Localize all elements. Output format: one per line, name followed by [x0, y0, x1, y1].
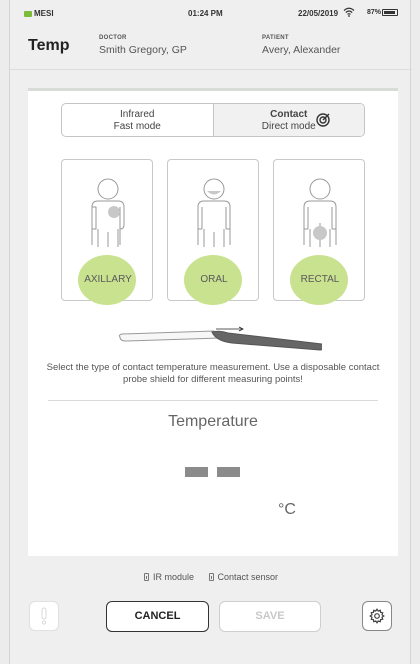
- patient-name: Avery, Alexander: [262, 44, 341, 56]
- measurement-card: Infrared Fast mode Contact Direct mode A…: [28, 88, 398, 556]
- ir-module-status: IR module: [143, 572, 194, 582]
- contact-sensor-status: Contact sensor: [208, 572, 279, 582]
- target-icon: [316, 113, 330, 127]
- alert-button[interactable]: [29, 601, 59, 631]
- battery-icon: [382, 9, 398, 16]
- mode-infrared[interactable]: Infrared Fast mode: [62, 104, 213, 136]
- mode-toggle: Infrared Fast mode Contact Direct mode: [61, 103, 365, 137]
- body-axillary-icon: [91, 178, 125, 247]
- instruction-text: Select the type of contact temperature m…: [46, 362, 380, 385]
- measurement-sites: AXILLARY ORAL RECTAL: [61, 159, 365, 305]
- site-rectal-label: RECTAL: [300, 274, 340, 285]
- temperature-label: Temperature: [168, 413, 258, 430]
- body-rectal-icon: [303, 178, 337, 247]
- temperature-value-dash-1: [185, 467, 208, 477]
- mode-contact[interactable]: Contact Direct mode: [212, 104, 364, 136]
- status-time: 01:24 PM: [188, 9, 223, 18]
- brand-name: MESI: [34, 9, 54, 18]
- temperature-value-dash-2: [217, 467, 240, 477]
- ir-module-label: IR module: [152, 572, 194, 582]
- exclamation-icon: [41, 607, 47, 625]
- save-button[interactable]: SAVE: [219, 601, 321, 632]
- site-axillary[interactable]: AXILLARY: [61, 159, 153, 305]
- divider: [48, 400, 378, 401]
- body-oral-icon: [197, 178, 231, 247]
- wifi-icon: [343, 7, 355, 17]
- app-frame: MESI 01:24 PM 22/05/2019 87% Temp DOCTOR…: [9, 0, 412, 664]
- site-oral[interactable]: ORAL: [167, 159, 259, 305]
- site-oral-label: ORAL: [200, 274, 228, 285]
- contact-probe-icon: [118, 326, 322, 351]
- patient-field: PATIENT Avery, Alexander: [262, 35, 340, 56]
- ir-module-icon: [143, 573, 149, 581]
- cancel-button[interactable]: CANCEL: [106, 601, 209, 632]
- doctor-label: DOCTOR: [99, 35, 127, 41]
- contact-sensor-label: Contact sensor: [217, 572, 279, 582]
- mode-contact-sub: Direct mode: [261, 121, 316, 132]
- temperature-unit: °C: [278, 501, 296, 518]
- site-rectal[interactable]: RECTAL: [273, 159, 365, 305]
- status-date: 22/05/2019: [298, 9, 339, 18]
- brand-logo-icon: [24, 10, 32, 17]
- doctor-field: DOCTOR Smith Gregory, GP: [99, 35, 187, 56]
- sensor-status: IR module Contact sensor: [10, 572, 412, 583]
- battery-percent: 87%: [367, 9, 382, 16]
- site-axillary-label: AXILLARY: [84, 274, 132, 285]
- status-bar: MESI 01:24 PM 22/05/2019 87%: [10, 4, 412, 24]
- patient-label: PATIENT: [262, 35, 289, 41]
- gear-icon: [369, 608, 385, 624]
- page-header: Temp DOCTOR Smith Gregory, GP PATIENT Av…: [10, 26, 412, 70]
- settings-button[interactable]: [362, 601, 392, 631]
- brand: MESI: [24, 9, 54, 18]
- contact-sensor-icon: [208, 573, 214, 581]
- mode-infrared-sub: Fast mode: [113, 121, 161, 132]
- doctor-name: Smith Gregory, GP: [99, 44, 187, 56]
- page-title: Temp: [28, 37, 70, 54]
- mode-contact-title: Contact: [270, 109, 308, 120]
- mode-infrared-title: Infrared: [120, 109, 155, 120]
